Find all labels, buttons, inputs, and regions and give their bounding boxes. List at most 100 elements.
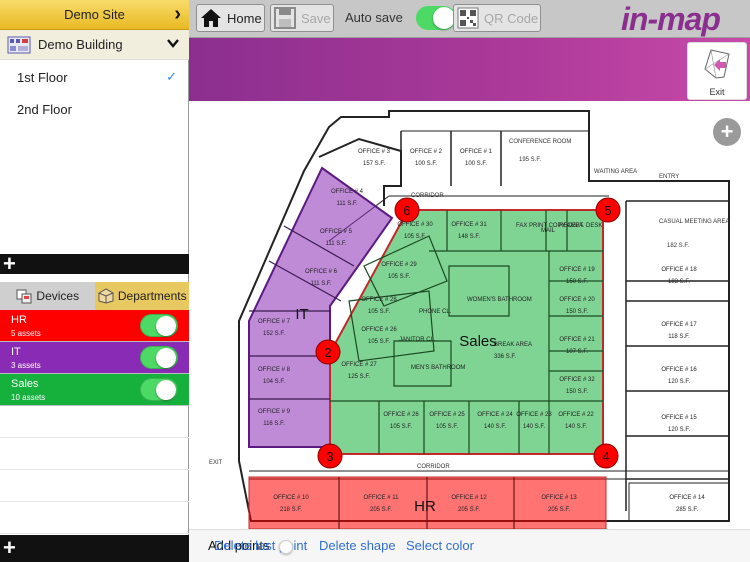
floor-item-2nd[interactable]: 2nd Floor	[0, 93, 189, 125]
office-name: OFFICE # 15	[661, 415, 697, 421]
office-area: 148 S.F.	[458, 234, 480, 240]
office-name: OFFICE # 29	[381, 262, 417, 268]
tab-devices[interactable]: Devices	[0, 282, 95, 310]
chevron-down-icon	[167, 39, 179, 48]
add-floor-bar: +	[0, 253, 189, 275]
office-name: OFFICE # 3	[358, 149, 391, 155]
group-visibility-toggle[interactable]	[140, 346, 178, 369]
vertex-number: 2	[324, 345, 331, 360]
empty-row	[0, 470, 189, 502]
save-icon	[274, 7, 296, 29]
group-assets: 10 assets	[11, 393, 46, 402]
group-name: Sales	[11, 378, 39, 390]
toggle-knob	[156, 316, 176, 336]
save-button[interactable]: Save	[270, 4, 334, 32]
vertex-number: 5	[604, 203, 611, 218]
office-area: 105 S.F.	[436, 424, 458, 430]
tab-departments[interactable]: Departments	[94, 282, 189, 310]
add-icon[interactable]: +	[713, 118, 741, 146]
toggle-knob	[156, 380, 176, 400]
building-name: Demo Building	[38, 37, 123, 52]
group-row-it[interactable]: IT 3 assets	[0, 342, 189, 374]
add-floor-button[interactable]: +	[3, 253, 16, 275]
floor-label: 1st Floor	[17, 69, 68, 85]
office-area: 140 S.F.	[484, 424, 506, 430]
exit-button[interactable]: Exit	[687, 42, 747, 100]
floor-plan-canvas[interactable]: CORRIDOR CORRIDOR WAITING AREA ENTRY EXI…	[189, 101, 750, 529]
devices-icon	[16, 289, 32, 304]
header-banner: Exit	[189, 38, 750, 101]
office-name: OFFICE # 8	[258, 367, 291, 373]
office-area: 140 S.F.	[565, 424, 587, 430]
office-name: OFFICE # 4	[331, 189, 364, 195]
autosave-toggle[interactable]	[416, 6, 456, 30]
office-area: 104 S.F.	[263, 379, 285, 385]
office-name: OFFICE # 17	[661, 322, 697, 328]
select-color-button[interactable]: Select color	[406, 538, 474, 553]
qr-code-button[interactable]: QR Code	[453, 4, 541, 32]
office-name: OFFICE # 6	[305, 269, 338, 275]
top-toolbar: Home Save Auto save QR Code in-map	[189, 0, 750, 38]
group-row-sales[interactable]: Sales 10 assets	[0, 374, 189, 406]
office-name: OFFICE # 21	[559, 337, 595, 343]
toggle-knob	[433, 7, 455, 29]
office-name: OFFICE # 18	[661, 267, 697, 273]
floor-plan[interactable]: CORRIDOR CORRIDOR WAITING AREA ENTRY EXI…	[189, 101, 750, 529]
corridor-label: CORRIDOR	[417, 464, 450, 470]
group-assets: 3 assets	[11, 361, 41, 370]
office-name: OFFICE # 26	[361, 327, 397, 333]
group-visibility-toggle[interactable]	[140, 314, 178, 337]
office-area: 100 S.F.	[415, 161, 437, 167]
casual-meeting-area: 182 S.F.	[667, 243, 689, 249]
svg-text:in-map: in-map	[621, 1, 720, 37]
office-area: 105 S.F.	[404, 234, 426, 240]
office-area: 105 S.F.	[388, 274, 410, 280]
office-area: 111 S.F.	[336, 201, 357, 207]
floor-item-1st[interactable]: 1st Floor ✓	[0, 61, 189, 93]
site-name: Demo Site	[64, 7, 125, 22]
vertex-number: 6	[403, 203, 410, 218]
empty-row	[0, 438, 189, 470]
womens-bathroom-label: WOMEN'S BATHROOM	[467, 297, 532, 303]
office-area: 111 S.F.	[310, 281, 331, 287]
add-group-button[interactable]: +	[3, 537, 16, 559]
departments-icon	[98, 288, 114, 304]
office-name: OFFICE # 9	[258, 409, 291, 415]
site-selector[interactable]: Demo Site ›	[0, 0, 189, 30]
office-area: 152 S.F.	[263, 331, 285, 337]
office-area: 218 S.F.	[280, 507, 302, 513]
office-name: OFFICE # 24	[477, 412, 513, 418]
save-label: Save	[301, 10, 331, 26]
exit-label: Exit	[709, 87, 725, 97]
office-name: OFFICE # 32	[559, 377, 595, 383]
office-area: 285 S.F.	[676, 507, 698, 513]
delete-shape-button[interactable]: Delete shape	[319, 538, 396, 553]
corridor-label: CORRIDOR	[411, 193, 444, 199]
entry-label: ENTRY	[659, 174, 679, 180]
office-area: 150 S.F.	[566, 389, 588, 395]
home-button[interactable]: Home	[196, 4, 265, 32]
building-selector[interactable]: Demo Building	[0, 30, 189, 60]
office-name: OFFICE # 19	[559, 267, 595, 273]
office-area: 120 S.F.	[668, 379, 690, 385]
casual-meeting-label: CASUAL MEETING AREA	[659, 219, 729, 225]
group-visibility-toggle[interactable]	[140, 378, 178, 401]
activity-indicator	[279, 540, 293, 554]
office-area: 111 S.F.	[325, 241, 346, 247]
reception-label: RECEPT. DESK	[559, 223, 602, 229]
home-icon	[201, 9, 221, 27]
chevron-right-icon: ›	[174, 3, 181, 25]
office-name: OFFICE # 5	[320, 229, 353, 235]
office-area: 105 S.F.	[368, 309, 390, 315]
office-area: 205 S.F.	[458, 507, 480, 513]
conference-room-label: CONFERENCE ROOM	[509, 139, 571, 145]
office-area: 100 S.F.	[465, 161, 487, 167]
group-row-hr[interactable]: HR 5 assets	[0, 310, 189, 342]
delete-last-point-button[interactable]: Delete last point	[214, 538, 307, 553]
zone-label-hr: HR	[414, 498, 436, 515]
office-area: 125 S.F.	[348, 374, 370, 380]
conference-room-area: 195 S.F.	[519, 157, 541, 163]
zone-label-it: IT	[295, 306, 308, 323]
office-name: OFFICE # 23	[516, 412, 552, 418]
vertex-number: 4	[602, 449, 609, 464]
